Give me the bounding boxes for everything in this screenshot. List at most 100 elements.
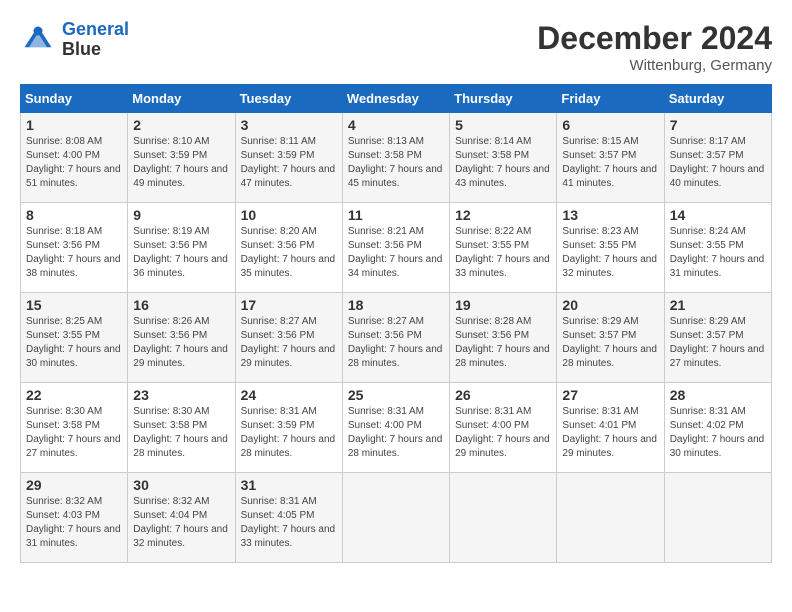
cell-info: Sunrise: 8:21 AMSunset: 3:56 PMDaylight:… <box>348 225 444 281</box>
day-number: 12 <box>455 207 551 223</box>
calendar-cell: 17 Sunrise: 8:27 AMSunset: 3:56 PMDayligh… <box>235 293 342 383</box>
calendar-cell: 24Sunrise: 8:31 AMSunset: 3:59 PMDayligh… <box>235 383 342 473</box>
day-number: 8 <box>26 207 122 223</box>
cell-info: Sunrise: 8:27 AMSunset: 3:56 PMDaylight:… <box>348 315 444 371</box>
calendar-cell: 18 Sunrise: 8:27 AMSunset: 3:56 PMDayligh… <box>342 293 449 383</box>
calendar-cell: 9 Sunrise: 8:19 AMSunset: 3:56 PMDaylight… <box>128 203 235 293</box>
day-number: 17 <box>241 297 337 313</box>
weekday-header-saturday: Saturday <box>664 85 771 113</box>
day-number: 24 <box>241 387 337 403</box>
day-number: 13 <box>562 207 658 223</box>
logo: GeneralBlue <box>20 20 129 60</box>
calendar-cell: 25 Sunrise: 8:31 AMSunset: 4:00 PMDayligh… <box>342 383 449 473</box>
cell-info: Sunrise: 8:15 AMSunset: 3:57 PMDaylight:… <box>562 135 658 191</box>
calendar-cell: 5Sunrise: 8:14 AMSunset: 3:58 PMDaylight… <box>450 113 557 203</box>
calendar-cell: 19 Sunrise: 8:28 AMSunset: 3:56 PMDayligh… <box>450 293 557 383</box>
day-number: 9 <box>133 207 229 223</box>
cell-info: Sunrise: 8:31 AMSunset: 4:00 PMDaylight:… <box>348 405 444 461</box>
cell-info: Sunrise: 8:17 AMSunset: 3:57 PMDaylight:… <box>670 135 766 191</box>
calendar-cell: 29 Sunrise: 8:32 AMSunset: 4:03 PMDayligh… <box>21 473 128 563</box>
day-number: 16 <box>133 297 229 313</box>
day-number: 1 <box>26 117 122 133</box>
cell-info: Sunrise: 8:13 AMSunset: 3:58 PMDaylight:… <box>348 135 444 191</box>
day-number: 15 <box>26 297 122 313</box>
day-number: 20 <box>562 297 658 313</box>
calendar-cell <box>664 473 771 563</box>
day-number: 25 <box>348 387 444 403</box>
weekday-header-wednesday: Wednesday <box>342 85 449 113</box>
day-number: 18 <box>348 297 444 313</box>
calendar-cell <box>557 473 664 563</box>
calendar-cell: 7 Sunrise: 8:17 AMSunset: 3:57 PMDaylight… <box>664 113 771 203</box>
calendar-cell: 16 Sunrise: 8:26 AMSunset: 3:56 PMDayligh… <box>128 293 235 383</box>
calendar-cell: 31Sunrise: 8:31 AMSunset: 4:05 PMDayligh… <box>235 473 342 563</box>
cell-info: Sunrise: 8:29 AMSunset: 3:57 PMDaylight:… <box>562 315 658 371</box>
cell-info: Sunrise: 8:31 AMSunset: 4:00 PMDaylight:… <box>455 405 551 461</box>
day-number: 29 <box>26 477 122 493</box>
day-number: 28 <box>670 387 766 403</box>
cell-info: Sunrise: 8:30 AMSunset: 3:58 PMDaylight:… <box>133 405 229 461</box>
day-number: 30 <box>133 477 229 493</box>
calendar-cell: 15 Sunrise: 8:25 AMSunset: 3:55 PMDayligh… <box>21 293 128 383</box>
day-number: 5 <box>455 117 551 133</box>
calendar-week-2: 8Sunrise: 8:18 AMSunset: 3:56 PMDaylight… <box>21 203 772 293</box>
calendar-cell: 21 Sunrise: 8:29 AMSunset: 3:57 PMDayligh… <box>664 293 771 383</box>
title-area: December 2024 Wittenburg, Germany <box>537 20 772 74</box>
logo-icon <box>20 22 56 58</box>
weekday-header-monday: Monday <box>128 85 235 113</box>
cell-info: Sunrise: 8:31 AMSunset: 4:02 PMDaylight:… <box>670 405 766 461</box>
day-number: 19 <box>455 297 551 313</box>
cell-info: Sunrise: 8:29 AMSunset: 3:57 PMDaylight:… <box>670 315 766 371</box>
cell-info: Sunrise: 8:19 AMSunset: 3:56 PMDaylight:… <box>133 225 229 281</box>
weekday-header-friday: Friday <box>557 85 664 113</box>
cell-info: Sunrise: 8:30 AMSunset: 3:58 PMDaylight:… <box>26 405 122 461</box>
location: Wittenburg, Germany <box>537 57 772 74</box>
day-number: 7 <box>670 117 766 133</box>
cell-info: Sunrise: 8:24 AMSunset: 3:55 PMDaylight:… <box>670 225 766 281</box>
calendar-cell: 8Sunrise: 8:18 AMSunset: 3:56 PMDaylight… <box>21 203 128 293</box>
calendar-cell: 26Sunrise: 8:31 AMSunset: 4:00 PMDayligh… <box>450 383 557 473</box>
calendar-cell <box>450 473 557 563</box>
calendar-cell: 11Sunrise: 8:21 AMSunset: 3:56 PMDayligh… <box>342 203 449 293</box>
calendar-week-3: 15 Sunrise: 8:25 AMSunset: 3:55 PMDayligh… <box>21 293 772 383</box>
cell-info: Sunrise: 8:26 AMSunset: 3:56 PMDaylight:… <box>133 315 229 371</box>
calendar-cell: 3Sunrise: 8:11 AMSunset: 3:59 PMDaylight… <box>235 113 342 203</box>
calendar-cell: 10Sunrise: 8:20 AMSunset: 3:56 PMDayligh… <box>235 203 342 293</box>
day-number: 22 <box>26 387 122 403</box>
day-number: 4 <box>348 117 444 133</box>
calendar-cell: 14Sunrise: 8:24 AMSunset: 3:55 PMDayligh… <box>664 203 771 293</box>
calendar-cell: 23 Sunrise: 8:30 AMSunset: 3:58 PMDayligh… <box>128 383 235 473</box>
cell-info: Sunrise: 8:23 AMSunset: 3:55 PMDaylight:… <box>562 225 658 281</box>
weekday-header-tuesday: Tuesday <box>235 85 342 113</box>
cell-info: Sunrise: 8:22 AMSunset: 3:55 PMDaylight:… <box>455 225 551 281</box>
calendar-week-1: 1 Sunrise: 8:08 AMSunset: 4:00 PMDaylight… <box>21 113 772 203</box>
cell-info: Sunrise: 8:27 AMSunset: 3:56 PMDaylight:… <box>241 315 337 371</box>
day-number: 21 <box>670 297 766 313</box>
calendar-table: SundayMondayTuesdayWednesdayThursdayFrid… <box>20 84 772 563</box>
day-number: 23 <box>133 387 229 403</box>
weekday-header-sunday: Sunday <box>21 85 128 113</box>
cell-info: Sunrise: 8:28 AMSunset: 3:56 PMDaylight:… <box>455 315 551 371</box>
calendar-cell: 22 Sunrise: 8:30 AMSunset: 3:58 PMDayligh… <box>21 383 128 473</box>
calendar-cell: 28 Sunrise: 8:31 AMSunset: 4:02 PMDayligh… <box>664 383 771 473</box>
calendar-cell: 30 Sunrise: 8:32 AMSunset: 4:04 PMDayligh… <box>128 473 235 563</box>
cell-info: Sunrise: 8:31 AMSunset: 4:01 PMDaylight:… <box>562 405 658 461</box>
calendar-cell: 1 Sunrise: 8:08 AMSunset: 4:00 PMDaylight… <box>21 113 128 203</box>
calendar-week-5: 29 Sunrise: 8:32 AMSunset: 4:03 PMDayligh… <box>21 473 772 563</box>
day-number: 2 <box>133 117 229 133</box>
logo-text: GeneralBlue <box>62 20 129 60</box>
cell-info: Sunrise: 8:25 AMSunset: 3:55 PMDaylight:… <box>26 315 122 371</box>
calendar-cell: 2 Sunrise: 8:10 AMSunset: 3:59 PMDaylight… <box>128 113 235 203</box>
cell-info: Sunrise: 8:32 AMSunset: 4:04 PMDaylight:… <box>133 495 229 551</box>
cell-info: Sunrise: 8:10 AMSunset: 3:59 PMDaylight:… <box>133 135 229 191</box>
day-number: 6 <box>562 117 658 133</box>
day-number: 27 <box>562 387 658 403</box>
day-number: 31 <box>241 477 337 493</box>
calendar-cell: 13 Sunrise: 8:23 AMSunset: 3:55 PMDayligh… <box>557 203 664 293</box>
day-number: 3 <box>241 117 337 133</box>
cell-info: Sunrise: 8:08 AMSunset: 4:00 PMDaylight:… <box>26 135 122 191</box>
cell-info: Sunrise: 8:32 AMSunset: 4:03 PMDaylight:… <box>26 495 122 551</box>
weekday-header-thursday: Thursday <box>450 85 557 113</box>
calendar-cell: 27 Sunrise: 8:31 AMSunset: 4:01 PMDayligh… <box>557 383 664 473</box>
month-title: December 2024 <box>537 20 772 57</box>
